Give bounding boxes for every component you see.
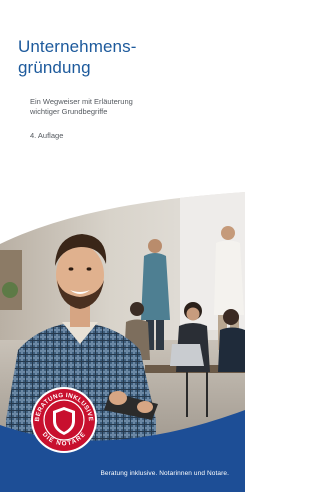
beratung-inklusive-seal-icon: BERATUNG INKLUSIVE DIE NOTARE (31, 387, 97, 453)
footer-slogan: Beratung inklusive. Notarinnen und Notar… (100, 470, 229, 477)
brochure-cover: Unternehmens- gründung Ein Wegweiser mit… (0, 0, 245, 492)
